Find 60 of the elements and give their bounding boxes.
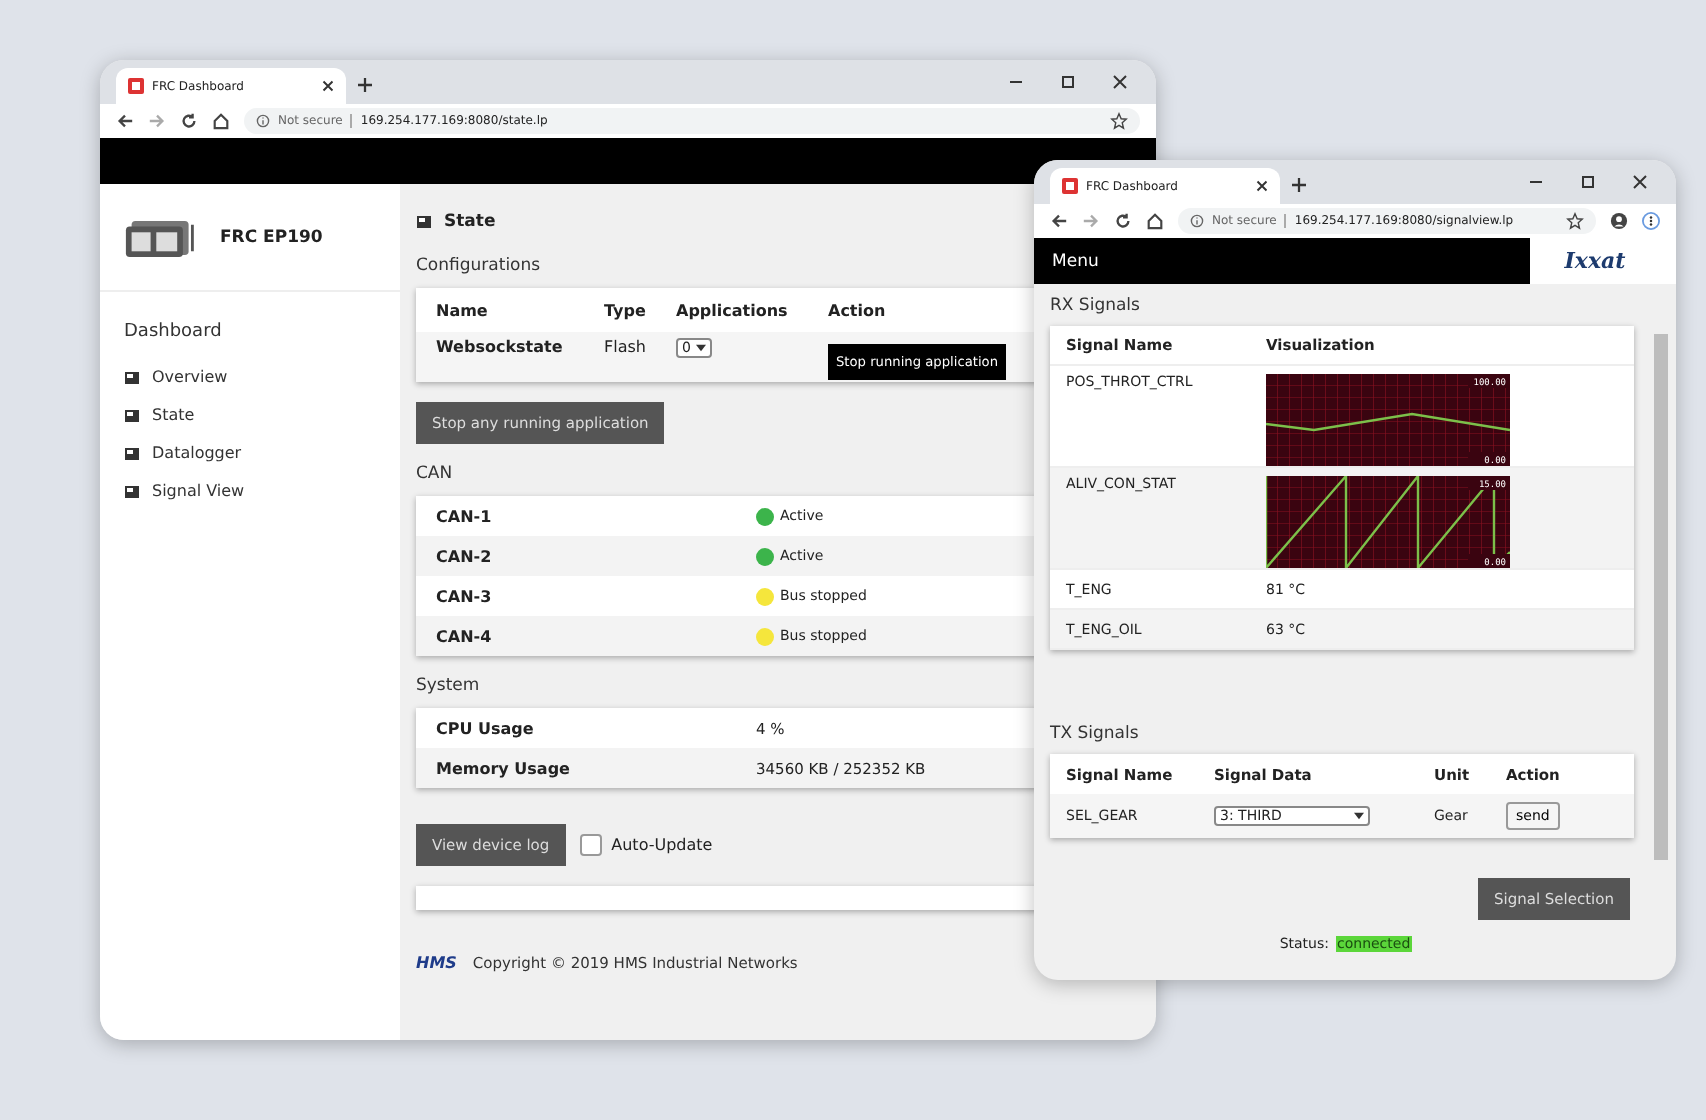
can-name: CAN-1 <box>434 507 494 525</box>
section-heading: Configurations <box>416 256 541 276</box>
system-label: CPU Usage <box>434 719 536 737</box>
section-heading: RX Signals <box>1050 296 1142 316</box>
back-arrow-icon[interactable] <box>1050 212 1068 230</box>
can-name: CAN-3 <box>434 587 494 605</box>
close-icon[interactable] <box>322 80 334 92</box>
info-icon <box>1190 214 1204 228</box>
can-name: CAN-4 <box>434 627 494 645</box>
maximize-icon[interactable] <box>1060 74 1076 90</box>
close-icon[interactable] <box>1112 74 1128 90</box>
section-heading: CAN <box>416 464 453 484</box>
can-name: CAN-2 <box>434 547 494 565</box>
checkbox[interactable] <box>579 834 602 856</box>
system-label: Memory Usage <box>434 759 572 777</box>
caret-icon <box>1354 812 1364 820</box>
menu-bar[interactable]: Menu <box>1034 238 1530 284</box>
caret-icon <box>696 344 707 352</box>
scrollbar[interactable] <box>1654 334 1668 860</box>
reload-icon[interactable] <box>1114 212 1132 230</box>
sidebar-heading: Dashboard <box>124 322 224 342</box>
page-title: State <box>444 212 496 232</box>
favicon-icon <box>128 78 144 94</box>
sidebar-item[interactable]: Overview <box>124 358 400 396</box>
home-icon[interactable] <box>212 112 230 130</box>
column-header: Type <box>604 301 648 319</box>
ixxat-logo: Ixxat <box>1564 248 1626 274</box>
sidebar-item[interactable]: Signal View <box>124 472 400 510</box>
section-heading: TX Signals <box>1050 724 1141 744</box>
more-menu-icon[interactable] <box>1642 212 1660 230</box>
reload-icon[interactable] <box>180 112 198 130</box>
table-cell-text: Flash <box>604 338 648 356</box>
maximize-icon[interactable] <box>1580 174 1596 190</box>
star-icon[interactable] <box>1566 212 1584 230</box>
device-name: FRC EP190 <box>220 227 323 247</box>
new-tab-icon[interactable] <box>1292 178 1306 192</box>
new-tab-icon[interactable] <box>358 78 372 92</box>
close-icon[interactable] <box>1632 174 1648 190</box>
home-icon[interactable] <box>1146 212 1164 230</box>
column-header: Action <box>828 301 886 319</box>
profile-icon[interactable] <box>1610 212 1628 230</box>
menu-item-icon <box>124 369 140 385</box>
sidebar-item[interactable]: Datalogger <box>124 434 400 472</box>
menu-item-icon <box>124 407 140 423</box>
column-header: Applications <box>676 301 790 319</box>
column-header: Name <box>434 301 490 319</box>
state-icon <box>416 214 432 230</box>
sidebar-item[interactable]: State <box>124 396 400 434</box>
close-icon[interactable] <box>1256 180 1268 192</box>
menu-item-icon <box>124 483 140 499</box>
device-drawing <box>124 215 200 259</box>
favicon-icon <box>1062 178 1078 194</box>
star-icon[interactable] <box>1110 112 1128 130</box>
checkbox-label: Auto-Update <box>611 836 713 854</box>
table-cell-text: Websockstate <box>434 338 565 356</box>
hms-logo: HMS <box>416 954 457 972</box>
info-icon <box>256 114 270 128</box>
section-heading: System <box>416 676 480 696</box>
menu-item-icon <box>124 445 140 461</box>
back-arrow-icon[interactable] <box>116 112 134 130</box>
